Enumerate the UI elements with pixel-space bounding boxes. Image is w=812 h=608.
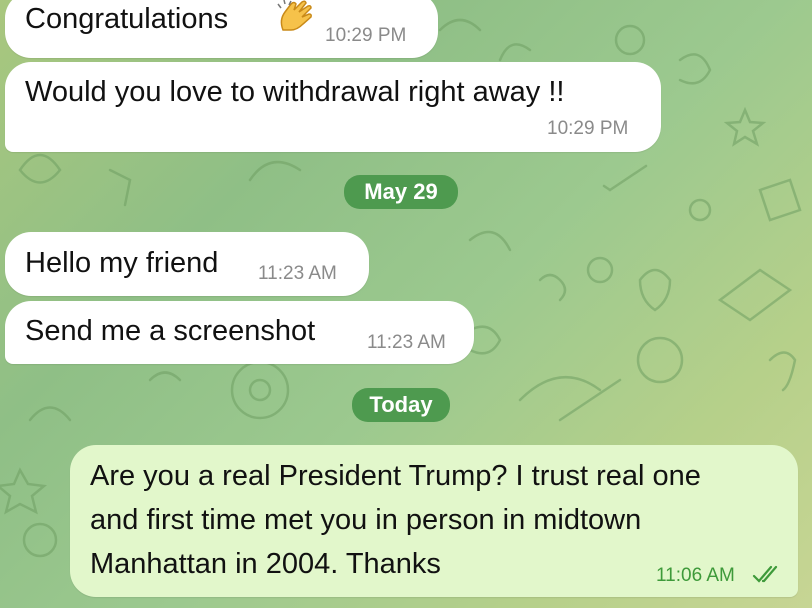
message-time: 11:23 AM bbox=[258, 263, 337, 284]
message-bubble-incoming[interactable]: Hello my friend 11:23 AM bbox=[5, 232, 369, 296]
message-bubble-incoming[interactable]: Would you love to withdrawal right away … bbox=[5, 62, 661, 152]
double-check-icon bbox=[752, 565, 778, 583]
message-text: Send me a screenshot bbox=[25, 315, 316, 347]
message-text-line: Are you a real President Trump? I trust … bbox=[90, 460, 701, 492]
message-text: Would you love to withdrawal right away … bbox=[25, 76, 565, 108]
date-separator: May 29 bbox=[344, 175, 458, 209]
message-text: Congratulations bbox=[25, 3, 229, 35]
message-text-line: Manhattan in 2004. Thanks bbox=[90, 548, 441, 580]
message-time: 10:29 PM bbox=[325, 25, 407, 46]
message-time: 11:23 AM bbox=[367, 332, 446, 353]
message-time: 11:06 AM bbox=[656, 565, 735, 586]
message-bubble-incoming[interactable]: Congratulations 10:29 PM bbox=[5, 0, 438, 58]
message-time: 10:29 PM bbox=[547, 118, 629, 139]
date-separator: Today bbox=[352, 388, 450, 422]
message-text: Hello my friend bbox=[25, 247, 219, 279]
message-bubble-incoming[interactable]: Send me a screenshot 11:23 AM bbox=[5, 301, 474, 364]
message-text-line: and first time met you in person in midt… bbox=[90, 504, 642, 536]
message-bubble-outgoing[interactable]: Are you a real President Trump? I trust … bbox=[70, 445, 798, 597]
clapping-hands-emoji-icon bbox=[277, 0, 312, 31]
